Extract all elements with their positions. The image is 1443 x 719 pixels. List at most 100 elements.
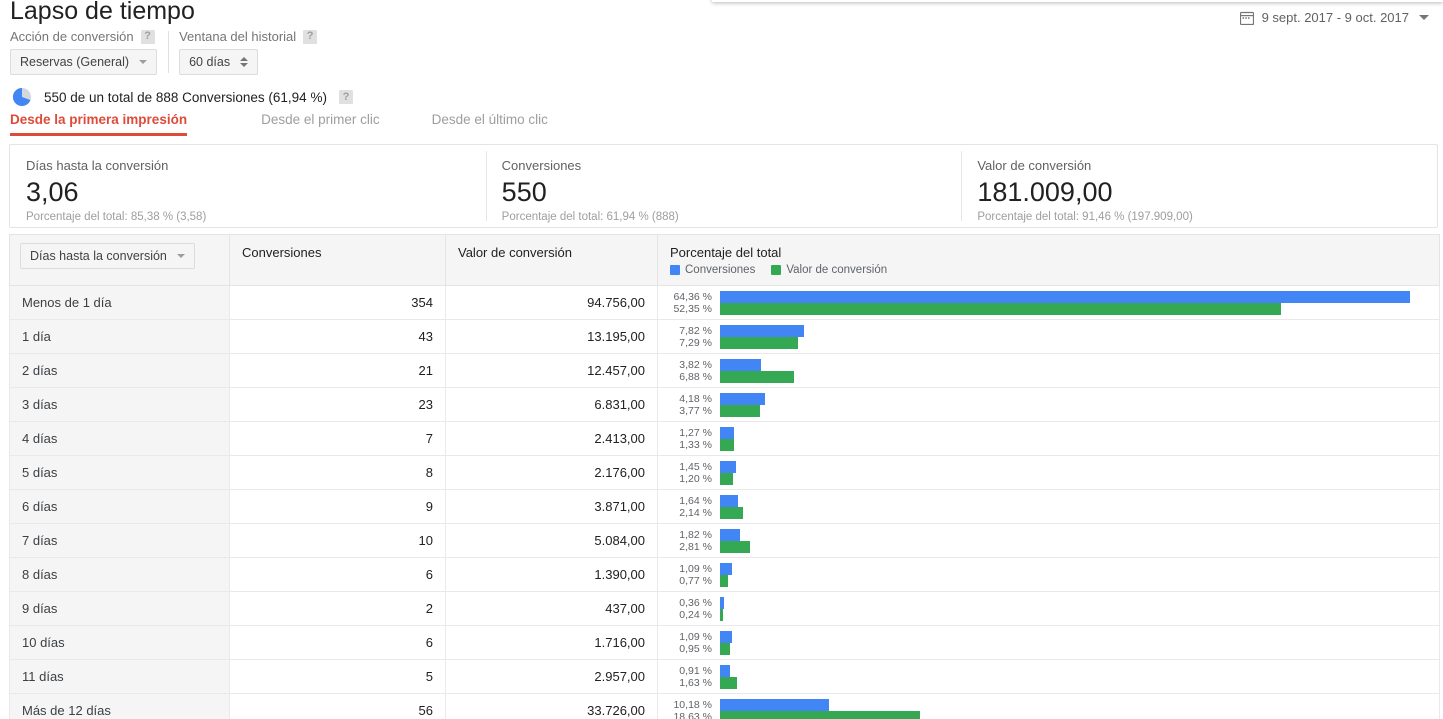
percent-bar-group: 4,18 %3,77 % — [658, 388, 1439, 421]
summary-card-conversions: Conversiones 550 Porcentaje del total: 6… — [486, 145, 962, 227]
column-header-conversion-value[interactable]: Valor de conversión — [446, 235, 658, 286]
cell-dimension: 2 días — [10, 354, 230, 388]
bar-conversions — [720, 563, 732, 575]
calendar-icon — [1240, 11, 1254, 25]
percent-label-conversions: 4,18 % — [658, 393, 712, 405]
percent-bar-group: 0,91 %1,63 % — [658, 660, 1439, 693]
cell-conversions: 56 — [230, 694, 446, 719]
lookback-window-stepper[interactable]: 60 días — [179, 49, 258, 75]
cell-conversions: 43 — [230, 320, 446, 354]
summary-title: Valor de conversión — [977, 158, 1437, 173]
cell-percent-of-total: 0,91 %1,63 % — [658, 660, 1440, 694]
column-header-percent-of-total: Porcentaje del total Conversiones Valor … — [658, 235, 1440, 286]
chevron-down-icon — [139, 60, 147, 64]
help-icon[interactable]: ? — [141, 30, 155, 44]
cell-dimension: 8 días — [10, 558, 230, 592]
date-range-picker[interactable]: 9 sept. 2017 - 9 oct. 2017 — [1240, 10, 1429, 25]
help-icon[interactable]: ? — [303, 30, 317, 44]
control-group-lookback-window: Ventana del historial ? 60 días — [169, 29, 329, 75]
cell-conversions: 9 — [230, 490, 446, 524]
percent-bar-group: 1,82 %2,81 % — [658, 524, 1439, 557]
bar-conversions — [720, 393, 765, 405]
percent-bars — [720, 324, 1439, 350]
percent-labels: 10,18 %18,63 % — [658, 699, 720, 719]
cell-conversions: 8 — [230, 456, 446, 490]
percent-label-conversion-value: 1,63 % — [658, 677, 712, 689]
stepper-arrows-icon[interactable] — [240, 57, 248, 67]
bar-conversion-value — [720, 677, 737, 689]
pie-chart-icon — [12, 87, 32, 107]
percent-label-conversions: 64,36 % — [658, 291, 712, 303]
conversions-coverage-text: 550 de un total de 888 Conversiones (61,… — [44, 90, 327, 105]
summary-value: 181.009,00 — [977, 175, 1437, 209]
conversion-action-dropdown[interactable]: Reservas (General) — [10, 49, 157, 75]
cell-percent-of-total: 1,64 %2,14 % — [658, 490, 1440, 524]
percent-of-total-title: Porcentaje del total — [670, 245, 1427, 260]
conversion-action-label: Acción de conversión — [10, 29, 134, 44]
page-title: Lapso de tiempo — [10, 0, 195, 26]
page-root: Lapso de tiempo 9 sept. 2017 - 9 oct. 20… — [0, 0, 1443, 719]
table-row: Menos de 1 día35494.756,0064,36 %52,35 % — [10, 286, 1440, 320]
controls-bar: Acción de conversión ? Reservas (General… — [0, 29, 329, 75]
card-edge-above — [712, 0, 1443, 2]
summary-card-days-to-conversion: Días hasta la conversión 3,06 Porcentaje… — [10, 145, 486, 227]
summary-title: Días hasta la conversión — [26, 158, 486, 173]
percent-labels: 3,82 %6,88 % — [658, 359, 720, 383]
bar-conversion-value — [720, 405, 760, 417]
percent-labels: 0,91 %1,63 % — [658, 665, 720, 689]
percent-labels: 1,27 %1,33 % — [658, 427, 720, 451]
date-range-label: 9 sept. 2017 - 9 oct. 2017 — [1262, 10, 1409, 25]
cell-conversion-value: 437,00 — [446, 592, 658, 626]
summary-value: 550 — [502, 175, 962, 209]
help-icon[interactable]: ? — [339, 90, 353, 104]
bar-conversions — [720, 631, 732, 643]
dimension-selector-dropdown[interactable]: Días hasta la conversión — [20, 243, 195, 269]
legend-label: Valor de conversión — [786, 264, 887, 276]
tab-from-first-impression[interactable]: Desde la primera impresión — [10, 112, 187, 136]
cell-percent-of-total: 3,82 %6,88 % — [658, 354, 1440, 388]
cell-conversion-value: 6.831,00 — [446, 388, 658, 422]
percent-labels: 1,82 %2,81 % — [658, 529, 720, 553]
chevron-down-icon — [177, 254, 185, 258]
cell-conversions: 21 — [230, 354, 446, 388]
tab-from-last-click[interactable]: Desde el último clic — [432, 112, 548, 136]
percent-label-conversion-value: 2,14 % — [658, 507, 712, 519]
percent-bars — [720, 698, 1439, 719]
chart-legend: Conversiones Valor de conversión — [670, 264, 1427, 276]
table-head: Días hasta la conversión Conversiones Va… — [10, 235, 1440, 286]
percent-bars — [720, 494, 1439, 520]
percent-bars — [720, 596, 1439, 622]
cell-conversions: 354 — [230, 286, 446, 320]
lookback-window-value: 60 días — [189, 55, 230, 69]
column-header-dimension: Días hasta la conversión — [10, 235, 230, 286]
cell-conversion-value: 5.084,00 — [446, 524, 658, 558]
chevron-down-icon — [1419, 15, 1429, 20]
cell-percent-of-total: 1,82 %2,81 % — [658, 524, 1440, 558]
legend-swatch-green — [771, 265, 781, 275]
cell-conversion-value: 2.413,00 — [446, 422, 658, 456]
attribution-tabs: Desde la primera impresión Desde el prim… — [0, 112, 1443, 138]
bar-conversion-value — [720, 575, 728, 587]
cell-dimension: Más de 12 días — [10, 694, 230, 719]
table-row: Más de 12 días5633.726,0010,18 %18,63 % — [10, 694, 1440, 719]
column-header-conversions[interactable]: Conversiones — [230, 235, 446, 286]
percent-labels: 64,36 %52,35 % — [658, 291, 720, 315]
table-row: 5 días82.176,001,45 %1,20 % — [10, 456, 1440, 490]
report-table-container: Días hasta la conversión Conversiones Va… — [9, 234, 1439, 719]
percent-label-conversion-value: 3,77 % — [658, 405, 712, 417]
tab-from-first-click[interactable]: Desde el primer clic — [261, 112, 380, 136]
table-row: 4 días72.413,001,27 %1,33 % — [10, 422, 1440, 456]
cell-conversions: 6 — [230, 626, 446, 660]
cell-conversion-value: 12.457,00 — [446, 354, 658, 388]
tab-label: Desde la primera impresión — [10, 112, 187, 127]
bar-conversions — [720, 359, 761, 371]
bar-conversions — [720, 461, 736, 473]
cell-conversion-value: 3.871,00 — [446, 490, 658, 524]
percent-bars — [720, 630, 1439, 656]
cell-percent-of-total: 0,36 %0,24 % — [658, 592, 1440, 626]
cell-conversions: 6 — [230, 558, 446, 592]
cell-dimension: 3 días — [10, 388, 230, 422]
bar-conversion-value — [720, 473, 733, 485]
percent-label-conversion-value: 1,33 % — [658, 439, 712, 451]
table-row: 3 días236.831,004,18 %3,77 % — [10, 388, 1440, 422]
